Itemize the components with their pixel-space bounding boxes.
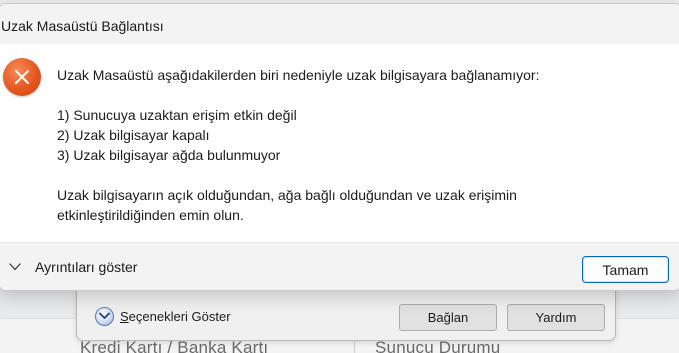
chevron-down-icon: [9, 258, 21, 276]
screen: Kredi Kartı / Banka Kartı Sunucu Durumu …: [0, 0, 679, 353]
error-message-intro: Uzak Masaüstü aşağıdakilerden biri neden…: [57, 67, 540, 83]
dialog-footer: Ayrıntıları göster Tamam: [0, 242, 679, 290]
show-options-toggle[interactable]: Seçenekleri Göster: [95, 306, 231, 326]
chevron-down-circle-icon: [95, 306, 114, 326]
show-details-toggle[interactable]: Ayrıntıları göster: [9, 257, 137, 277]
connect-button[interactable]: Bağlan: [399, 304, 497, 331]
show-options-label: Seçenekleri Göster: [120, 308, 231, 324]
rdp-connection-dialog: Seçenekleri Göster Bağlan Yardım: [76, 284, 616, 341]
error-dialog: Uzak Masaüstü Bağlantısı Uzak Masaüstü a…: [0, 3, 679, 291]
error-icon: [3, 58, 41, 96]
show-details-label: Ayrıntıları göster: [35, 259, 138, 275]
dialog-title: Uzak Masaüstü Bağlantısı: [1, 18, 164, 34]
title-bar[interactable]: Uzak Masaüstü Bağlantısı: [0, 4, 679, 44]
ok-button[interactable]: Tamam: [582, 256, 669, 283]
help-button[interactable]: Yardım: [507, 304, 605, 331]
reason-item: 2) Uzak bilgisayar kapalı: [57, 127, 210, 143]
advice-text: Uzak bilgisayarın açık olduğundan, ağa b…: [57, 187, 517, 203]
reason-item: 3) Uzak bilgisayar ağda bulunmuyor: [57, 147, 281, 163]
reason-item: 1) Sunucuya uzaktan erişim etkin değil: [57, 107, 297, 123]
advice-text-continued: etkinleştirildiğinden emin olun.: [57, 207, 244, 223]
dialog-content: Uzak Masaüstü aşağıdakilerden biri neden…: [0, 44, 679, 242]
